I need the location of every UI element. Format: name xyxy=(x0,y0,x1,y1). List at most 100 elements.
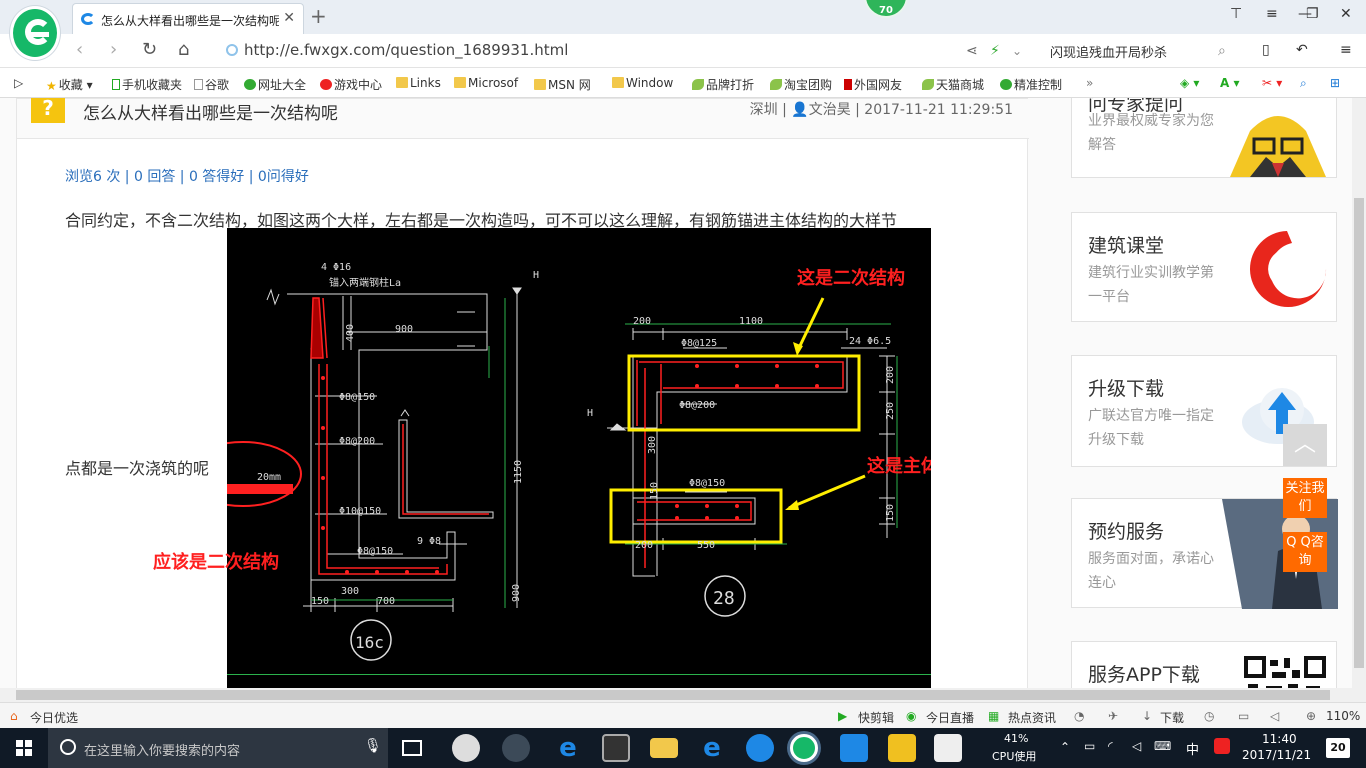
reload-icon[interactable]: ↻ xyxy=(142,39,157,60)
edge-icon[interactable]: e xyxy=(554,734,582,762)
lightning-icon[interactable]: ⚡ xyxy=(990,43,1000,59)
tab-active[interactable]: 怎么从大样看出哪些是一次结构呢 ✕ xyxy=(72,3,304,34)
bookmark-item[interactable]: MSN 网 xyxy=(534,76,591,93)
more-bookmarks-icon[interactable]: » xyxy=(1086,76,1093,90)
search-placeholder: 在这里输入你要搜索的内容 xyxy=(84,744,241,759)
mute-icon[interactable]: ◁ xyxy=(1270,709,1279,723)
search-icon[interactable]: ⌕ xyxy=(1218,43,1226,59)
bookmark-item[interactable]: ★ 收藏 ▾ xyxy=(46,76,93,93)
ie-icon[interactable]: e xyxy=(698,734,726,762)
tools-icon[interactable]: ✈ xyxy=(1108,709,1118,723)
tab-close-icon[interactable]: ✕ xyxy=(283,10,295,26)
bookmark-item[interactable]: 游戏中心 xyxy=(320,76,382,93)
menu-icon[interactable]: ≡ xyxy=(1266,6,1278,22)
notification-badge[interactable]: 70 xyxy=(864,0,908,18)
clock-time[interactable]: 11:40 xyxy=(1262,732,1297,746)
scroll-thumb[interactable] xyxy=(1354,198,1364,668)
sidebar-card-expert[interactable]: 问专家提问 业界最权威专家为您解答 xyxy=(1071,98,1337,178)
tab-favicon-icon xyxy=(81,13,95,25)
search-box[interactable]: 闪现追残血开局秒杀 xyxy=(1050,42,1167,61)
volume-icon[interactable]: ◁ xyxy=(1132,739,1141,753)
bookmark-item[interactable]: Microsof xyxy=(454,76,518,90)
bookmark-item[interactable]: 天猫商城 xyxy=(922,76,984,93)
chevron-up-icon[interactable]: ⌃ xyxy=(1060,740,1070,754)
grid-icon[interactable]: ⊞ xyxy=(1330,76,1340,90)
annotation-main-structure: 这是主体结构要求一起浇筑 xyxy=(867,455,931,477)
speed-icon[interactable]: ◔ xyxy=(1074,709,1084,723)
card-subtitle: 广联达官方唯一指定升级下载 xyxy=(1088,408,1214,448)
qq-consult-button[interactable]: Q Q咨询 xyxy=(1283,532,1327,572)
sogou-icon[interactable] xyxy=(1214,738,1230,754)
magnifier-icon[interactable]: ⌕ xyxy=(1300,76,1307,91)
zoom-level[interactable]: 110% xyxy=(1326,709,1360,723)
skin-icon[interactable]: ⊤ xyxy=(1230,6,1242,22)
dim-label: Φ8@200 xyxy=(339,436,375,447)
share-icon[interactable]: ⋖ xyxy=(966,43,978,59)
bookmark-item[interactable]: 手机收藏夹 xyxy=(112,76,182,93)
clock-date[interactable]: 2017/11/21 xyxy=(1242,748,1311,762)
translate-icon[interactable]: A ▾ xyxy=(1220,76,1240,90)
back-to-top-button[interactable]: ︿ xyxy=(1283,424,1327,466)
scroll-thumb[interactable] xyxy=(16,690,1330,700)
bookmark-label: 天猫商城 xyxy=(936,78,985,92)
status-item[interactable]: 下载 xyxy=(1160,709,1184,726)
bookmark-item[interactable]: Window xyxy=(612,76,673,90)
store-icon[interactable] xyxy=(602,734,630,762)
status-item[interactable]: 热点资讯 xyxy=(1008,709,1056,726)
close-window-icon[interactable]: ✕ xyxy=(1340,6,1352,22)
file-explorer-icon[interactable] xyxy=(650,738,678,758)
app-blue-g-icon[interactable] xyxy=(746,734,774,762)
browser-logo-icon[interactable] xyxy=(10,6,60,60)
horizontal-scrollbar[interactable] xyxy=(0,688,1352,702)
keyboard-icon[interactable]: ⌨ xyxy=(1154,739,1171,753)
sidebar-toggle-icon[interactable]: ▷ xyxy=(14,76,23,90)
task-view-icon[interactable] xyxy=(402,740,422,756)
shield-icon[interactable]: ◈ ▾ xyxy=(1180,76,1199,90)
vertical-scrollbar[interactable] xyxy=(1352,98,1366,688)
app-pinwheel-icon[interactable] xyxy=(452,734,480,762)
chevron-down-icon[interactable]: ⌄ xyxy=(1012,44,1022,58)
status-item[interactable]: 快剪辑 xyxy=(858,709,894,726)
ime-indicator[interactable]: 中 xyxy=(1186,739,1199,758)
wifi-icon[interactable]: ◜ xyxy=(1108,739,1113,753)
notification-center-badge[interactable]: 20 xyxy=(1326,738,1350,758)
new-tab-button[interactable]: + xyxy=(310,4,327,28)
bookmark-item[interactable]: 精准控制 xyxy=(1000,76,1062,93)
browser-taskbar-icon[interactable] xyxy=(790,734,818,762)
clock-icon[interactable]: ◷ xyxy=(1204,709,1214,723)
undo-icon[interactable]: ↶ xyxy=(1296,42,1308,58)
bookmark-item[interactable]: Links xyxy=(396,76,441,90)
home-icon[interactable]: ⌂ xyxy=(178,39,189,60)
follow-us-button[interactable]: 关注我们 xyxy=(1283,478,1327,518)
battery-icon[interactable]: ▭ xyxy=(1084,739,1095,753)
annotation-secondary-structure: 这是二次结构 xyxy=(797,267,905,289)
app-notes-icon[interactable] xyxy=(888,734,916,762)
mobile-icon[interactable]: ▯ xyxy=(1262,42,1270,58)
forward-icon[interactable]: › xyxy=(110,39,117,60)
windows-start-icon[interactable] xyxy=(16,740,32,756)
question-stats[interactable]: 浏览6 次 | 0 回答 | 0 答得好 | 0问得好 xyxy=(65,166,309,186)
bookmark-item[interactable]: 谷歌 xyxy=(194,76,229,93)
window-icon[interactable]: ▭ xyxy=(1238,709,1249,723)
back-icon[interactable]: ‹ xyxy=(76,39,83,60)
sidebar-card-app[interactable]: 服务APP下载 xyxy=(1071,641,1337,688)
card-title: 升级下载 xyxy=(1088,378,1165,400)
dim-label: 锚入两端钢柱La xyxy=(329,276,401,289)
bookmark-item[interactable]: 网址大全 xyxy=(244,76,306,93)
today-picks-link[interactable]: 今日优选 xyxy=(30,709,78,726)
restore-icon[interactable]: ❐ xyxy=(1306,6,1319,22)
microphone-icon[interactable]: 🎙 xyxy=(364,738,382,754)
taskbar-search-input[interactable]: 在这里输入你要搜索的内容 🎙 xyxy=(48,728,388,768)
bookmark-item[interactable]: 淘宝团购 xyxy=(770,76,832,93)
app-360-icon[interactable] xyxy=(502,734,530,762)
url-input[interactable]: http://e.fwxgx.com/question_1689931.html xyxy=(226,41,568,59)
more-menu-icon[interactable]: ≡ xyxy=(1340,42,1352,58)
app-cross-icon[interactable] xyxy=(840,734,868,762)
bookmark-label: 精准控制 xyxy=(1014,78,1063,92)
scissors-icon[interactable]: ✂ ▾ xyxy=(1262,76,1282,90)
bookmark-item[interactable]: 外国网友 xyxy=(844,76,902,93)
app-help-icon[interactable] xyxy=(934,734,962,762)
status-item[interactable]: 今日直播 xyxy=(926,709,974,726)
sidebar-card-classroom[interactable]: 建筑课堂 建筑行业实训教学第一平台 xyxy=(1071,212,1337,322)
bookmark-item[interactable]: 品牌打折 xyxy=(692,76,754,93)
